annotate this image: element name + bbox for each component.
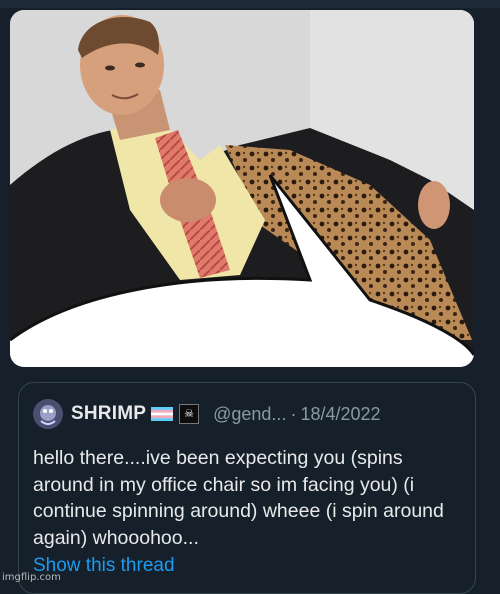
meme-image[interactable] <box>10 10 474 367</box>
top-strip <box>0 0 500 8</box>
man-in-suit-speech-bubble-image <box>10 10 474 367</box>
screenshot-frame: SHRIMP ☠ @gend... · 18/4/2022 hello ther… <box>0 0 500 594</box>
display-name[interactable]: SHRIMP <box>71 403 146 425</box>
tweet-header: SHRIMP ☠ @gend... · 18/4/2022 <box>33 397 381 431</box>
imgflip-watermark: imgflip.com <box>2 572 61 583</box>
user-handle[interactable]: @gend... <box>213 404 286 425</box>
pirate-flag-icon: ☠ <box>179 404 200 424</box>
shrimp-avatar-icon <box>33 399 63 429</box>
tweet-text: hello there....ive been expecting you (s… <box>33 447 444 549</box>
separator-dot: · <box>290 403 297 424</box>
trans-flag-icon <box>151 407 174 421</box>
quoted-tweet-card[interactable]: SHRIMP ☠ @gend... · 18/4/2022 hello ther… <box>18 382 476 594</box>
avatar[interactable] <box>33 399 63 429</box>
tweet-date[interactable]: 18/4/2022 <box>300 404 380 425</box>
